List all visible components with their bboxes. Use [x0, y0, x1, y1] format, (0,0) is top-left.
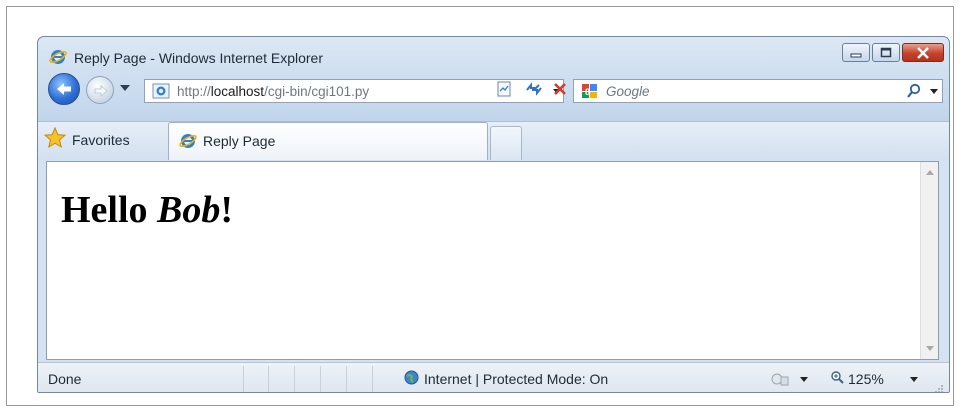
scroll-down-icon[interactable]: [926, 346, 934, 351]
maximize-icon: [873, 44, 899, 61]
search-placeholder: Google: [606, 84, 650, 99]
refresh-icon: [525, 81, 543, 101]
zoom-icon: [830, 370, 844, 387]
close-icon: [903, 44, 943, 61]
status-divider: [372, 366, 373, 392]
recent-pages-dropdown[interactable]: [120, 85, 130, 91]
status-text: Done: [48, 371, 82, 387]
status-divider: [320, 366, 321, 392]
security-zone-text: Internet | Protected Mode: On: [424, 371, 609, 387]
heading-punctuation: !: [220, 189, 234, 231]
forward-arrow-icon: [93, 83, 109, 102]
back-arrow-icon: [55, 81, 73, 101]
navigation-bar: http://localhost/cgi-bin/cgi101.py 8 Goo…: [38, 73, 949, 107]
heading-name: Bob: [157, 189, 221, 231]
google-icon: 8: [581, 83, 599, 103]
search-box[interactable]: 8 Google: [573, 79, 943, 103]
resize-grip-icon[interactable]: [934, 381, 944, 392]
url-path: /cgi-bin/cgi101.py: [264, 84, 370, 99]
forward-button[interactable]: [86, 76, 114, 104]
minimize-icon: [843, 44, 869, 61]
window-title: Reply Page - Windows Internet Explorer: [74, 50, 323, 66]
search-options-dropdown[interactable]: [930, 89, 938, 94]
browser-window: Reply Page - Windows Internet Explorer h…: [37, 36, 950, 393]
title-bar: Reply Page - Windows Internet Explorer: [38, 37, 949, 73]
stop-button[interactable]: [550, 83, 570, 99]
close-button[interactable]: [902, 43, 944, 62]
compatibility-view-button[interactable]: [494, 81, 514, 101]
security-settings-icon[interactable]: [770, 371, 790, 390]
refresh-button[interactable]: [524, 81, 544, 101]
ie-logo-icon: [49, 48, 67, 66]
globe-icon: [404, 370, 419, 388]
svg-text:8: 8: [585, 87, 590, 97]
favorites-button[interactable]: Favorites: [43, 125, 166, 155]
page-content: Hello Bob!: [46, 161, 939, 360]
zoom-level: 125%: [848, 370, 884, 387]
security-zone[interactable]: Internet | Protected Mode: On: [404, 370, 608, 388]
page-icon: [152, 83, 170, 103]
tab-bar: Favorites Reply Page: [38, 121, 949, 160]
tab-label: Reply Page: [203, 133, 276, 149]
maximize-button[interactable]: [872, 43, 900, 62]
zoom-dropdown[interactable]: [910, 377, 918, 382]
zoom-control[interactable]: 125%: [830, 370, 884, 387]
url-host: localhost: [210, 84, 265, 99]
ie-logo-icon: [179, 132, 197, 150]
new-tab-button[interactable]: [490, 126, 522, 160]
status-divider: [243, 366, 244, 392]
address-url[interactable]: http://localhost/cgi-bin/cgi101.py: [177, 84, 369, 99]
minimize-button[interactable]: [842, 43, 870, 62]
security-settings-dropdown[interactable]: [800, 377, 808, 382]
status-bar: Done Internet | Protected Mode: On 125%: [38, 362, 949, 392]
tab-reply-page[interactable]: Reply Page: [168, 122, 488, 160]
status-divider: [268, 366, 269, 392]
status-divider: [294, 366, 295, 392]
url-scheme: http://: [177, 84, 211, 99]
window-controls: [840, 43, 944, 62]
page-heading: Hello Bob!: [61, 188, 233, 232]
compatibility-view-icon: [497, 81, 511, 101]
vertical-scrollbar[interactable]: [920, 162, 938, 359]
favorites-label: Favorites: [72, 132, 130, 148]
stop-icon: [552, 81, 568, 101]
star-icon: [43, 126, 67, 153]
back-button[interactable]: [48, 73, 80, 105]
figure-frame: Reply Page - Windows Internet Explorer h…: [6, 6, 954, 406]
status-divider: [346, 366, 347, 392]
scroll-up-icon[interactable]: [926, 170, 934, 175]
heading-greeting: Hello: [61, 189, 158, 231]
search-icon[interactable]: [906, 83, 922, 103]
